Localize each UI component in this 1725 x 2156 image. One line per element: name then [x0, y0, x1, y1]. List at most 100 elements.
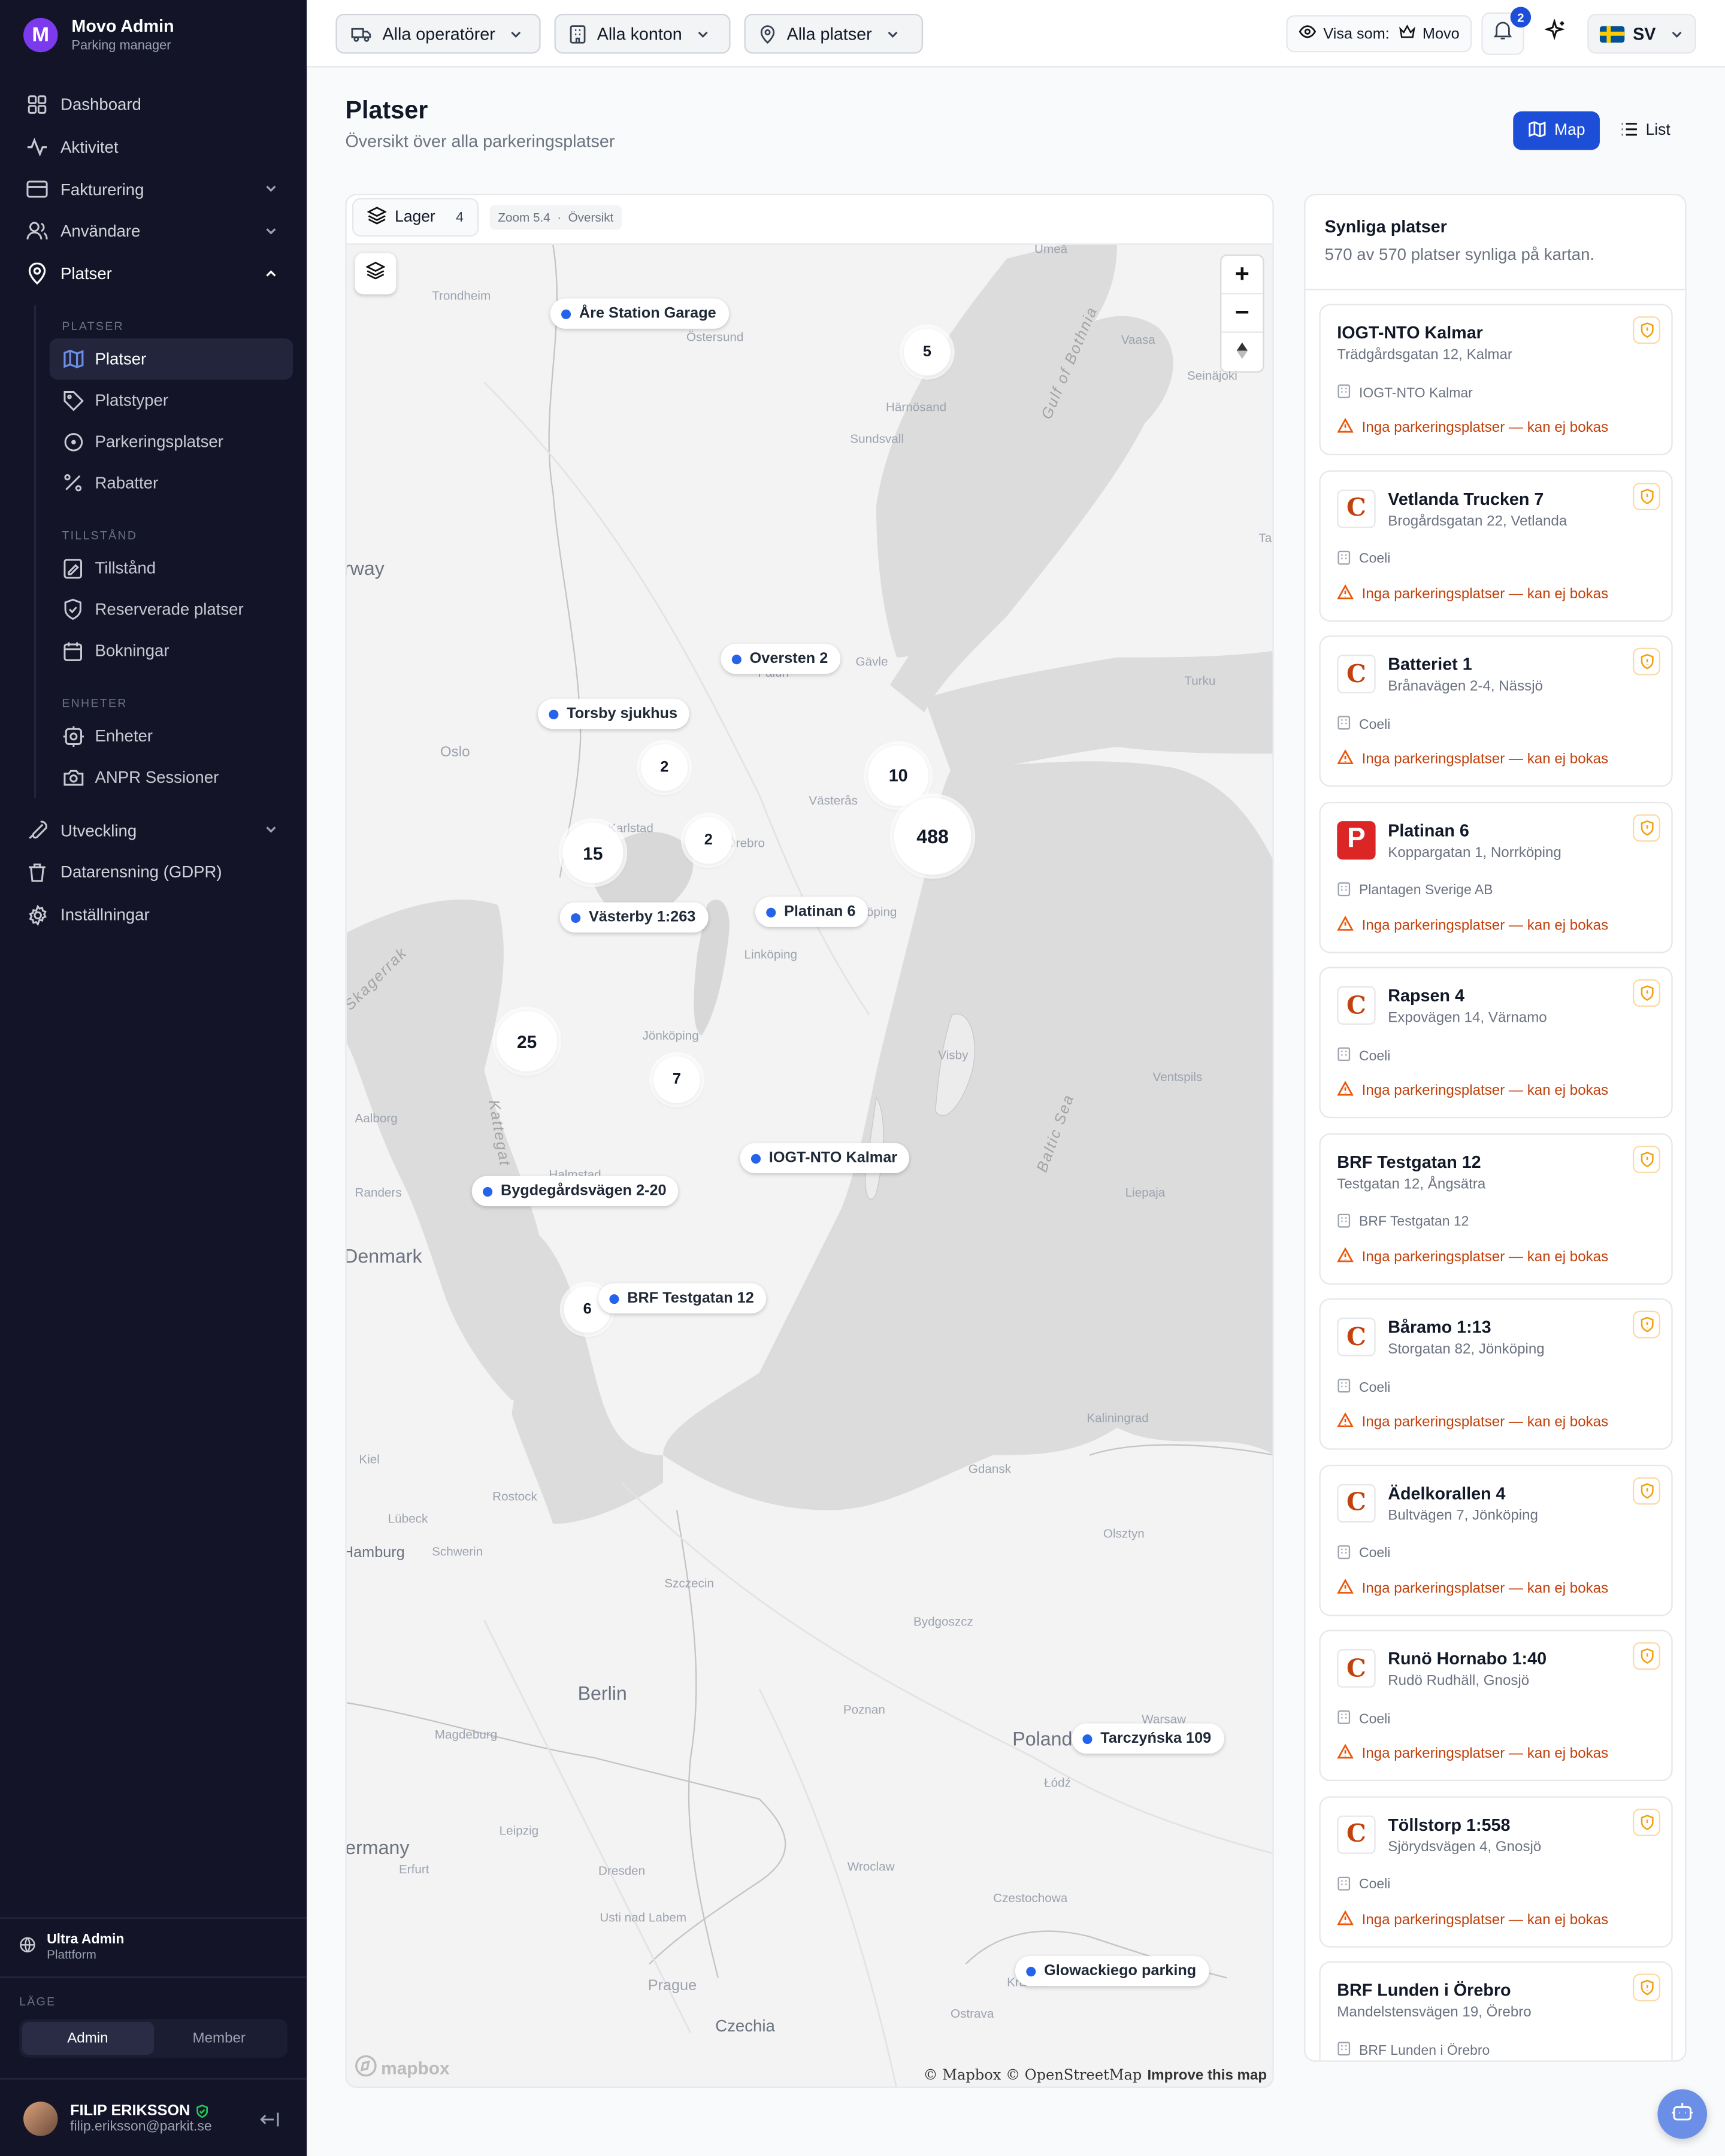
- map-cluster[interactable]: 15: [562, 822, 624, 883]
- shield-alert-icon[interactable]: [1633, 1807, 1660, 1836]
- view-as-selector[interactable]: Visa som: Movo: [1286, 15, 1472, 53]
- map-pin-label[interactable]: Västerby 1:263: [559, 902, 708, 933]
- sidebar-item-tillstand[interactable]: Tillstånd: [50, 548, 293, 589]
- sidebar-item-platser[interactable]: Platser: [0, 253, 307, 295]
- notifications-button[interactable]: 2: [1481, 7, 1532, 55]
- zoom-out-button[interactable]: −: [1221, 294, 1263, 333]
- place-card[interactable]: C Rapsen 4 Expovägen 14, Värnamo Coeli Inga …: [1319, 967, 1673, 1119]
- place-card[interactable]: C Batteriet 1 Brånavägen 2-4, Nässjö Coeli I…: [1319, 635, 1673, 787]
- map-cluster[interactable]: 7: [653, 1056, 700, 1103]
- section-label-tillstand: TILLSTÅND: [62, 528, 138, 543]
- map-view-button[interactable]: Map: [1513, 111, 1600, 150]
- map-pin-label[interactable]: Bygdegårdsvägen 2-20: [471, 1176, 679, 1207]
- mapbox-logo[interactable]: mapbox: [355, 2055, 450, 2081]
- layers-label: Lager: [395, 209, 435, 226]
- location-filter[interactable]: Alla platser: [744, 13, 924, 54]
- sidebar-item-anpr[interactable]: ANPR Sessioner: [50, 757, 293, 798]
- sidebar-item-utveckling[interactable]: Utveckling: [0, 809, 307, 851]
- map-pin-label[interactable]: Glowackiego parking: [1015, 1955, 1209, 1987]
- map-canvas[interactable]: Umeå Trondheim Östersund Vaasa Seinäjoki…: [346, 244, 1273, 2087]
- warning-icon: [1337, 583, 1354, 603]
- map-pin-label[interactable]: Tarczyńska 109: [1072, 1723, 1224, 1754]
- improve-map-link[interactable]: Improve this map: [1147, 2067, 1267, 2084]
- topbar: Alla operatörer Alla konton Alla platser…: [307, 0, 1725, 68]
- map-pin-label[interactable]: IOGT-NTO Kalmar: [740, 1143, 910, 1173]
- sidebar-item-platser-list[interactable]: Platser: [49, 338, 293, 380]
- map-style-button[interactable]: [355, 253, 397, 295]
- shield-alert-icon[interactable]: [1633, 1973, 1660, 2001]
- shield-alert-icon[interactable]: [1633, 1144, 1660, 1173]
- calendar-icon: [62, 640, 84, 662]
- map-cluster[interactable]: 25: [497, 1011, 558, 1072]
- sidebar-item-gdpr[interactable]: Datarensning (GDPR): [0, 852, 307, 894]
- map-label: Magdeburg: [434, 1727, 498, 1742]
- zoom-in-button[interactable]: +: [1221, 256, 1263, 295]
- map-pin-label[interactable]: Åre Station Garage: [550, 298, 729, 329]
- sidebar-item-enheter[interactable]: Enheter: [50, 716, 293, 757]
- place-card[interactable]: C Båramo 1:13 Storgatan 82, Jönköping Coeli…: [1319, 1298, 1673, 1450]
- sidebar-item-platstyper[interactable]: Platstyper: [50, 380, 293, 422]
- sidebar-item-parkeringsplatser[interactable]: Parkeringsplatser: [50, 422, 293, 463]
- shield-alert-icon[interactable]: [1633, 979, 1660, 1007]
- operator-filter[interactable]: Alla operatörer: [335, 13, 541, 54]
- sidebar-item-aktivitet[interactable]: Aktivitet: [0, 126, 307, 168]
- operator-filter-label: Alla operatörer: [382, 24, 495, 44]
- ai-assistant-button[interactable]: [1539, 17, 1572, 50]
- map-cluster[interactable]: 5: [903, 328, 951, 376]
- help-bot-button[interactable]: [1657, 2089, 1708, 2139]
- place-card[interactable]: IOGT-NTO Kalmar Trädgårdsgatan 12, Kalmar…: [1319, 304, 1673, 456]
- shield-alert-icon[interactable]: [1633, 1642, 1660, 1670]
- place-card[interactable]: BRF Lunden i Örebro Mandelstensvägen 19, …: [1319, 1961, 1673, 2061]
- map-label: Randers: [355, 1185, 402, 1200]
- user-profile[interactable]: FILIP ERIKSSON filip.eriksson@parkit.se: [0, 2078, 307, 2156]
- map-pin-label[interactable]: BRF Testgatan 12: [598, 1283, 767, 1314]
- list-view-button[interactable]: List: [1606, 111, 1685, 150]
- map-label: Norway: [347, 557, 385, 579]
- sidebar-item-label: Aktivitet: [60, 137, 119, 157]
- map-attribution: © Mapbox © OpenStreetMap Improve this map: [924, 2067, 1267, 2084]
- sidebar-item-dashboard[interactable]: Dashboard: [0, 84, 307, 126]
- map-pin-label[interactable]: Oversten 2: [721, 643, 840, 674]
- sidebar-item-fakturering[interactable]: Fakturering: [0, 168, 307, 210]
- map-label: Umeå: [1034, 244, 1068, 256]
- map-cluster[interactable]: 2: [685, 817, 732, 864]
- map-toolbar: Lager 4 Zoom 5.4 · Översikt: [346, 195, 1273, 245]
- coeli-logo-icon: C: [1337, 655, 1376, 694]
- language-selector[interactable]: SV: [1587, 13, 1696, 54]
- map-cluster[interactable]: 2: [641, 744, 688, 791]
- shield-alert-icon[interactable]: [1633, 482, 1660, 510]
- shield-alert-icon[interactable]: [1633, 1310, 1660, 1339]
- place-card[interactable]: C Töllstorp 1:558 Sjörydsvägen 4, Gnosjö Co…: [1319, 1795, 1673, 1947]
- platser-subnav: PLATSER Platser Platstyper Parkeringspla…: [34, 305, 307, 799]
- layers-button[interactable]: Lager 4: [352, 198, 479, 237]
- map-pin-label[interactable]: Platinan 6: [755, 897, 868, 927]
- mode-member-button[interactable]: Member: [153, 2022, 285, 2055]
- place-address: Testgatan 12, Ångsätra: [1337, 1175, 1486, 1192]
- sidebar-item-rabatter[interactable]: Rabatter: [50, 463, 293, 504]
- shield-alert-icon[interactable]: [1633, 1476, 1660, 1504]
- account-filter[interactable]: Alla konton: [554, 13, 731, 54]
- mode-admin-button[interactable]: Admin: [22, 2022, 154, 2055]
- org-switcher[interactable]: Ultra Admin Plattform: [0, 1917, 307, 1975]
- map-cluster[interactable]: 10: [868, 745, 929, 806]
- sidebar-item-anvandare[interactable]: Användare: [0, 211, 307, 253]
- map-label: Usti nad Labem: [600, 1910, 687, 1924]
- place-card[interactable]: C Ädelkorallen 4 Bultvägen 7, Jönköping Coe…: [1319, 1464, 1673, 1616]
- shield-alert-icon[interactable]: [1633, 647, 1660, 676]
- collapse-sidebar-icon[interactable]: [260, 2110, 279, 2134]
- place-card[interactable]: BRF Testgatan 12 Testgatan 12, Ångsätra BR…: [1319, 1132, 1673, 1284]
- place-card[interactable]: C Vetlanda Trucken 7 Brogårdsgatan 22, Vet…: [1319, 470, 1673, 621]
- sidebar-item-bokningar[interactable]: Bokningar: [50, 631, 293, 672]
- brand[interactable]: M Movo Admin Parking manager: [23, 15, 174, 55]
- reset-north-button[interactable]: [1221, 333, 1263, 371]
- map-cluster[interactable]: 488: [894, 798, 972, 875]
- sidebar-item-reserverade[interactable]: Reserverade platser: [50, 589, 293, 631]
- shield-alert-icon[interactable]: [1633, 316, 1660, 344]
- map-pin-label[interactable]: Torsby sjukhus: [537, 698, 690, 729]
- shield-alert-icon[interactable]: [1633, 813, 1660, 841]
- map-label: Trondheim: [432, 289, 491, 303]
- place-card[interactable]: C Runö Hornabo 1:40 Rudö Rudhäll, Gnosjö Co…: [1319, 1630, 1673, 1782]
- place-card[interactable]: P Platinan 6 Koppargatan 1, Norrköping Plan…: [1319, 801, 1673, 953]
- sidebar-item-installningar[interactable]: Inställningar: [0, 894, 307, 935]
- attribution-text[interactable]: © Mapbox © OpenStreetMap: [924, 2067, 1142, 2084]
